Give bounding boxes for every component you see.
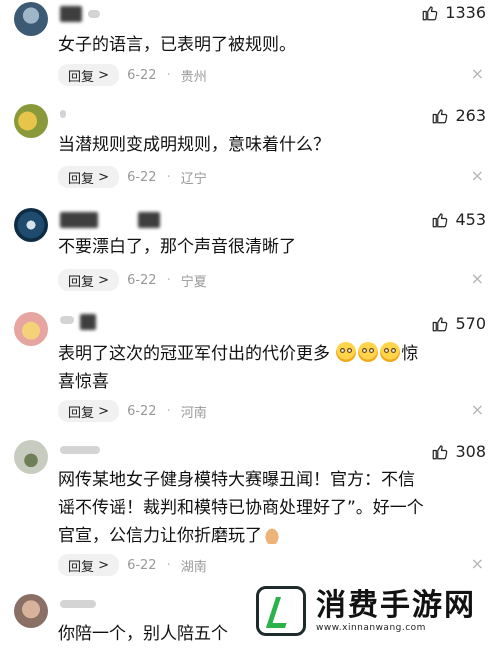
reply-arrow: > (98, 272, 110, 288)
avatar[interactable] (14, 594, 48, 628)
comment-line: 官宣，公信力让你折磨玩了 (58, 522, 476, 550)
avatar[interactable] (14, 440, 48, 474)
comment-line-text: 官宣，公信力让你折磨玩了 (58, 526, 262, 546)
comment-location: 湖南 (180, 559, 207, 575)
meta-separator: · (166, 169, 171, 185)
avatar[interactable] (14, 312, 48, 346)
reply-label: 回复 (68, 69, 95, 85)
watermark-url: www.xinnanwang.com (316, 623, 426, 633)
comment-date: 6-22 (127, 403, 157, 419)
comment-date: 6-22 (127, 272, 157, 288)
comment-location: 河南 (180, 405, 207, 421)
comment-meta: 回复 > 6-22 · 湖南 (58, 554, 207, 576)
reply-button[interactable]: 回复 > (58, 269, 120, 291)
meta-separator: · (166, 403, 171, 419)
meta-separator: · (166, 272, 171, 288)
username-redacted (60, 110, 66, 118)
like-button[interactable]: 453 (431, 210, 486, 229)
comment-line: 女子的语言，已表明了被规则。 (58, 35, 296, 55)
avatar[interactable] (14, 2, 48, 36)
comment-text: 不要漂白了，那个声音很清晰了 (58, 233, 476, 261)
like-count: 453 (455, 210, 486, 229)
like-count: 308 (455, 442, 486, 461)
reply-label: 回复 (68, 559, 95, 575)
username-redacted (60, 600, 96, 608)
comment-text: 当潜规则变成明规则，意味着什么？ (58, 131, 476, 159)
close-icon[interactable]: × (471, 554, 484, 573)
comment-line: 谣不传谣！裁判和模特已协商处理好了”。好一个 (58, 498, 424, 518)
username-redacted (88, 10, 100, 18)
username-redacted (60, 212, 98, 228)
comment-line-text: 表明了这次的冠亚军付出的代价更多 (58, 344, 330, 364)
comment-text: 网传某地女子健身模特大赛曝丑闻！官方：不信 谣不传谣！裁判和模特已协商处理好了”… (58, 466, 476, 550)
thumbs-up-icon (433, 316, 448, 331)
comment-date: 6-22 (127, 557, 157, 573)
like-button[interactable]: 263 (431, 106, 486, 125)
thumbs-up-icon (433, 212, 448, 227)
folded-hands-emoji (262, 524, 282, 544)
reply-button[interactable]: 回复 > (58, 64, 120, 86)
username-redacted (80, 314, 96, 330)
comment-line: 不要漂白了，那个声音很清晰了 (58, 237, 296, 257)
like-button[interactable]: 570 (431, 314, 486, 333)
flushed-face-emoji (358, 342, 379, 362)
meta-separator: · (166, 557, 171, 573)
comment-location: 辽宁 (180, 171, 207, 187)
comment-line: 喜惊喜 (58, 372, 109, 392)
username-redacted (60, 446, 100, 454)
reply-arrow: > (98, 169, 110, 185)
reply-button[interactable]: 回复 > (58, 400, 120, 422)
reply-label: 回复 (68, 274, 95, 290)
username-redacted (138, 212, 160, 228)
reply-label: 回复 (68, 405, 95, 421)
leaf-logo-icon (256, 586, 306, 636)
reply-arrow: > (98, 403, 110, 419)
avatar[interactable] (14, 208, 48, 242)
comment-meta: 回复 > 6-22 · 河南 (58, 400, 207, 422)
close-icon[interactable]: × (471, 166, 484, 185)
comment-line-text: 惊 (401, 344, 419, 364)
like-button[interactable]: 308 (431, 442, 486, 461)
comment-text: 女子的语言，已表明了被规则。 (58, 31, 476, 59)
reply-button[interactable]: 回复 > (58, 166, 120, 188)
close-icon[interactable]: × (471, 269, 484, 288)
avatar[interactable] (14, 104, 48, 138)
watermark-title: 消费手游网 (316, 588, 476, 623)
comment-meta: 回复 > 6-22 · 辽宁 (58, 166, 207, 188)
comment-location: 宁夏 (180, 274, 207, 290)
thumbs-up-icon (433, 444, 448, 459)
like-count: 1336 (445, 3, 486, 22)
comment-meta: 回复 > 6-22 · 宁夏 (58, 269, 207, 291)
comment-location: 贵州 (180, 69, 207, 85)
like-count: 263 (455, 106, 486, 125)
close-icon[interactable]: × (471, 64, 484, 83)
comment-line: 当潜规则变成明规则，意味着什么？ (58, 135, 330, 155)
comment-meta: 回复 > 6-22 · 贵州 (58, 64, 207, 86)
reply-button[interactable]: 回复 > (58, 554, 120, 576)
comment-date: 6-22 (127, 67, 157, 83)
flushed-face-emoji (380, 342, 401, 362)
comment-line: 网传某地女子健身模特大赛曝丑闻！官方：不信 (58, 470, 415, 490)
comment-date: 6-22 (127, 169, 157, 185)
username-redacted (60, 6, 82, 22)
username-redacted (60, 316, 74, 324)
like-button[interactable]: 1336 (421, 3, 486, 22)
flushed-face-emoji (336, 342, 357, 362)
comment-line: 表明了这次的冠亚军付出的代价更多 惊 (58, 340, 476, 368)
meta-separator: · (166, 67, 171, 83)
reply-label: 回复 (68, 171, 95, 187)
site-watermark: 消费手游网 www.xinnanwang.com (252, 582, 492, 640)
like-count: 570 (455, 314, 486, 333)
thumbs-up-icon (422, 5, 438, 20)
reply-arrow: > (98, 67, 110, 83)
comment-text: 表明了这次的冠亚军付出的代价更多 惊 喜惊喜 (58, 340, 476, 396)
close-icon[interactable]: × (471, 400, 484, 419)
thumbs-up-icon (433, 108, 448, 123)
reply-arrow: > (98, 557, 110, 573)
